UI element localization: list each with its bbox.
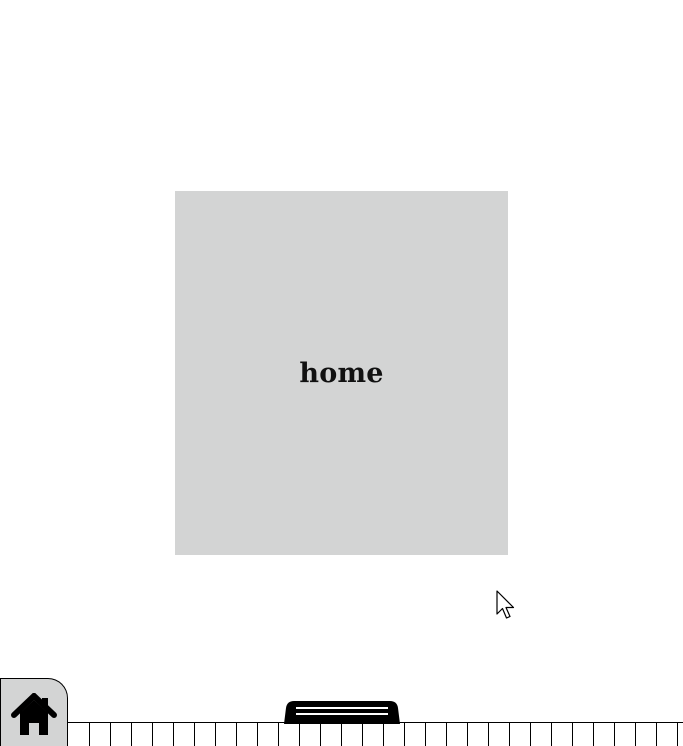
- home-button[interactable]: [0, 678, 68, 746]
- screen: home: [0, 0, 683, 746]
- home-icon: [11, 692, 57, 735]
- bottom-ruler-bar: [0, 722, 683, 746]
- drag-handle-icon[interactable]: [284, 700, 400, 724]
- home-panel[interactable]: home: [175, 191, 508, 555]
- home-panel-label: home: [299, 357, 384, 389]
- mouse-pointer-icon: [496, 590, 515, 619]
